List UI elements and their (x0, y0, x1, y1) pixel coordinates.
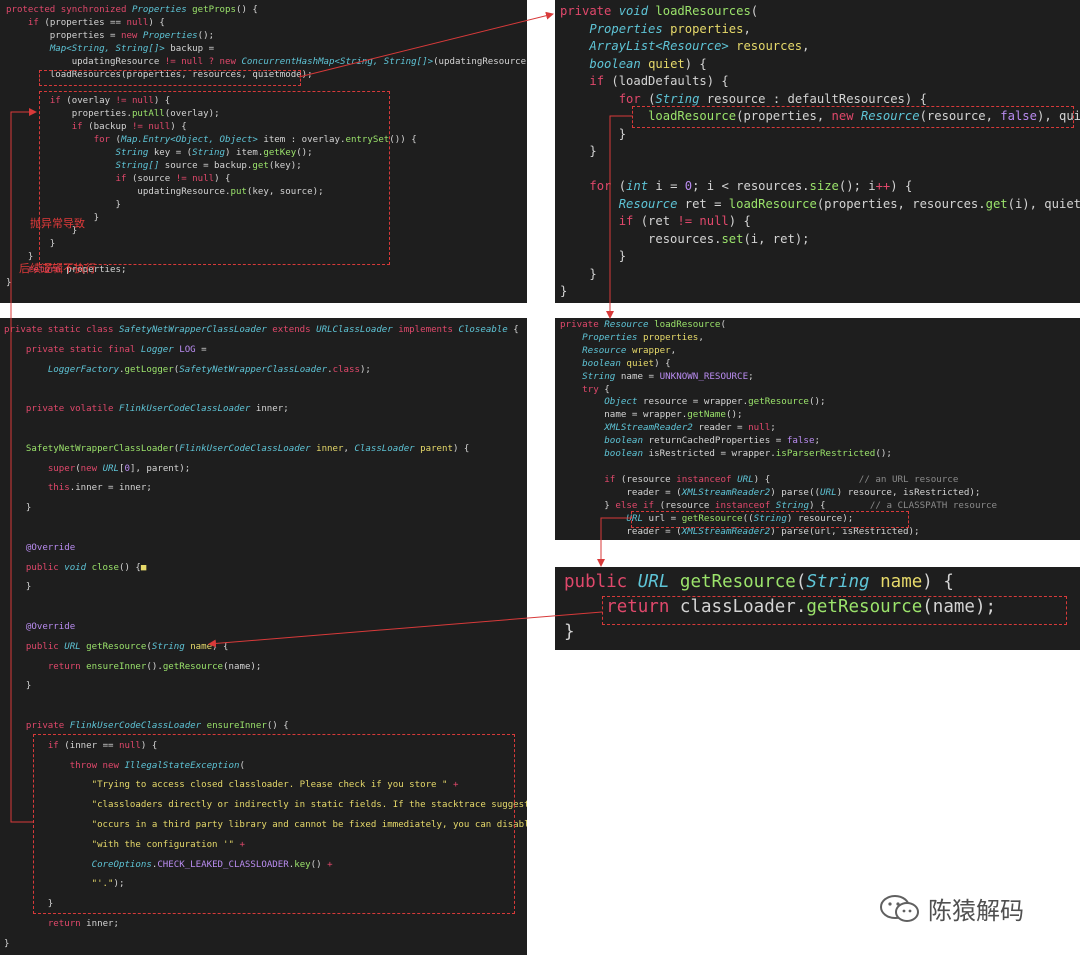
arrow-to-getresource (597, 517, 631, 567)
watermark-text: 陈猿解码 (928, 897, 1024, 925)
arrow-to-loadresource (606, 115, 632, 319)
watermark: 陈猿解码 (878, 891, 1024, 926)
connector-arrows (10, 11, 632, 823)
arrow-to-loadresources (298, 11, 554, 78)
arrow-exception-back (10, 108, 37, 823)
wechat-icon (880, 894, 919, 922)
arrow-to-safetynet-getresource (208, 611, 603, 648)
